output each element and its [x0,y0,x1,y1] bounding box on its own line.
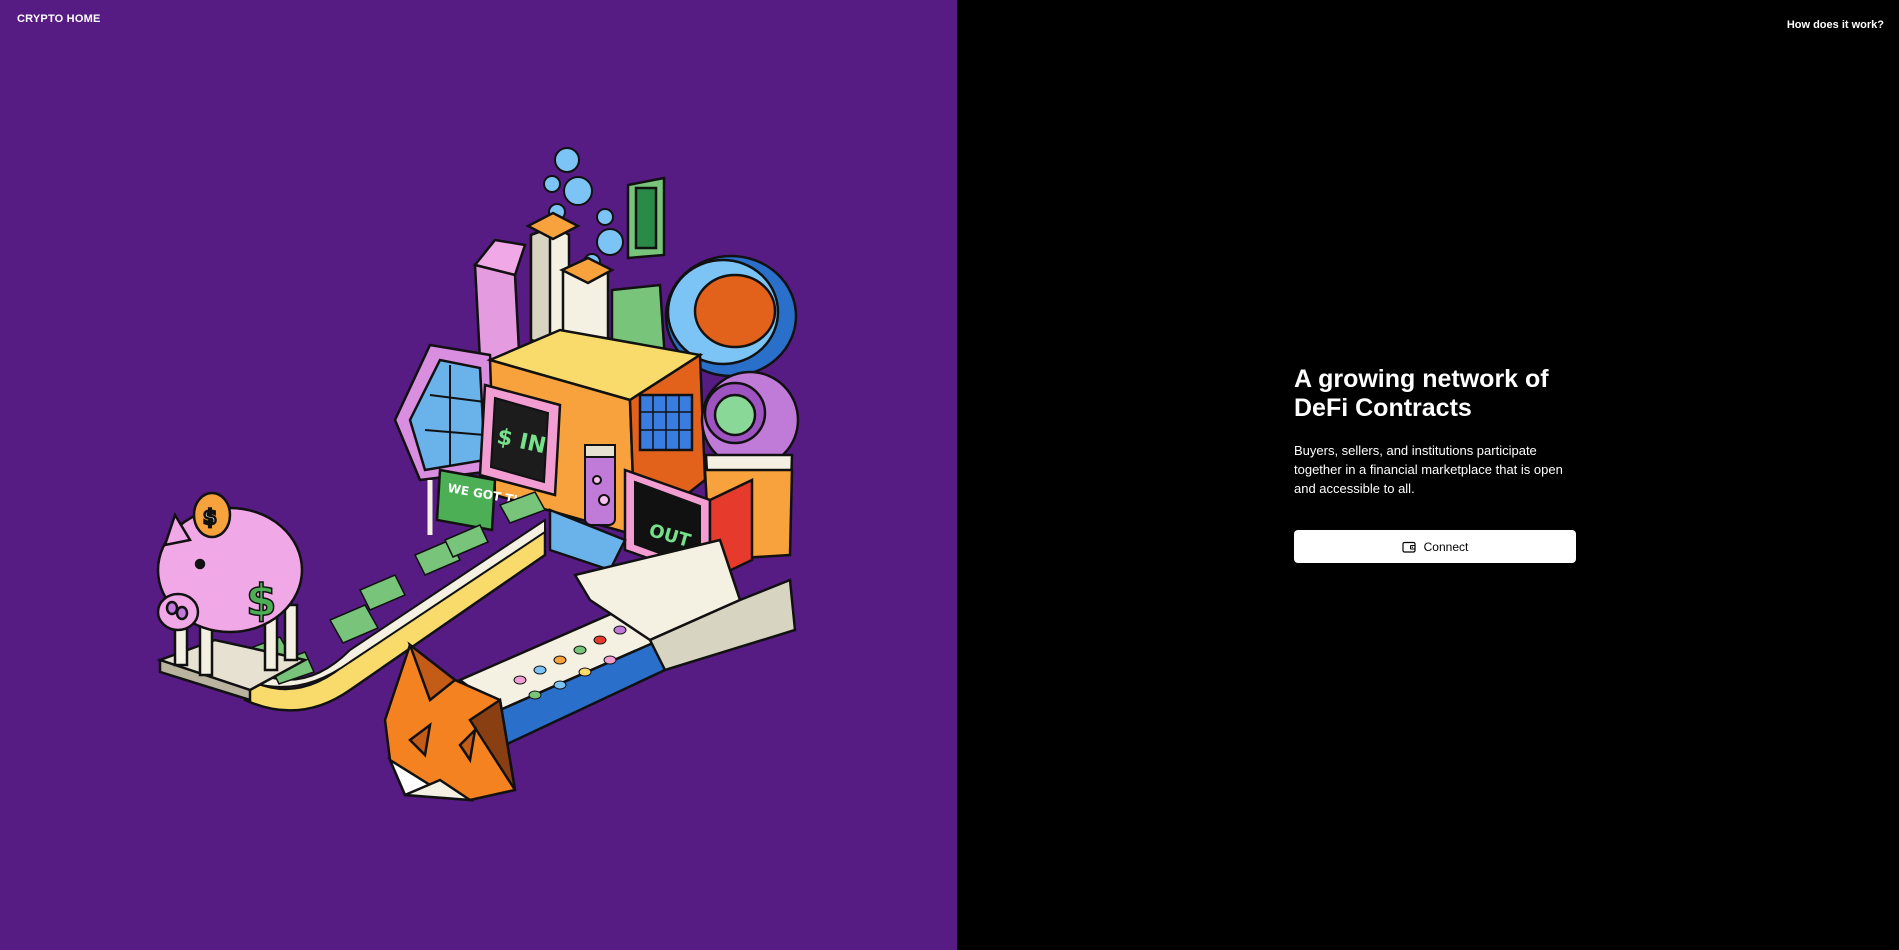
piggy-bank: $ $ [156,491,309,702]
wallet-icon [1402,541,1416,553]
hero-title: A growing network of DeFi Contracts [1294,365,1549,422]
connect-label: Connect [1423,539,1469,554]
hero-description: Buyers, sellers, and institutions partic… [1294,443,1563,496]
page: CRYPTO HOME $ IN OUT WE GOT THIS $ $ How… [0,0,1899,950]
illustration-panel: CRYPTO HOME $ IN OUT WE GOT THIS $ $ [0,0,957,950]
how-it-works-link[interactable]: How does it work? [1787,19,1884,31]
content-panel: How does it work? A growing network of D… [957,0,1899,950]
hero: A growing network of DeFi Contracts Buye… [1294,365,1584,563]
coin-symbol: $ [203,505,217,529]
piggy-dollar-sign: $ [246,575,277,626]
defi-factory-illustration: $ IN OUT WE GOT THIS $ $ [156,147,800,802]
connect-button[interactable]: Connect [1294,530,1576,563]
potion-tube [584,444,616,526]
